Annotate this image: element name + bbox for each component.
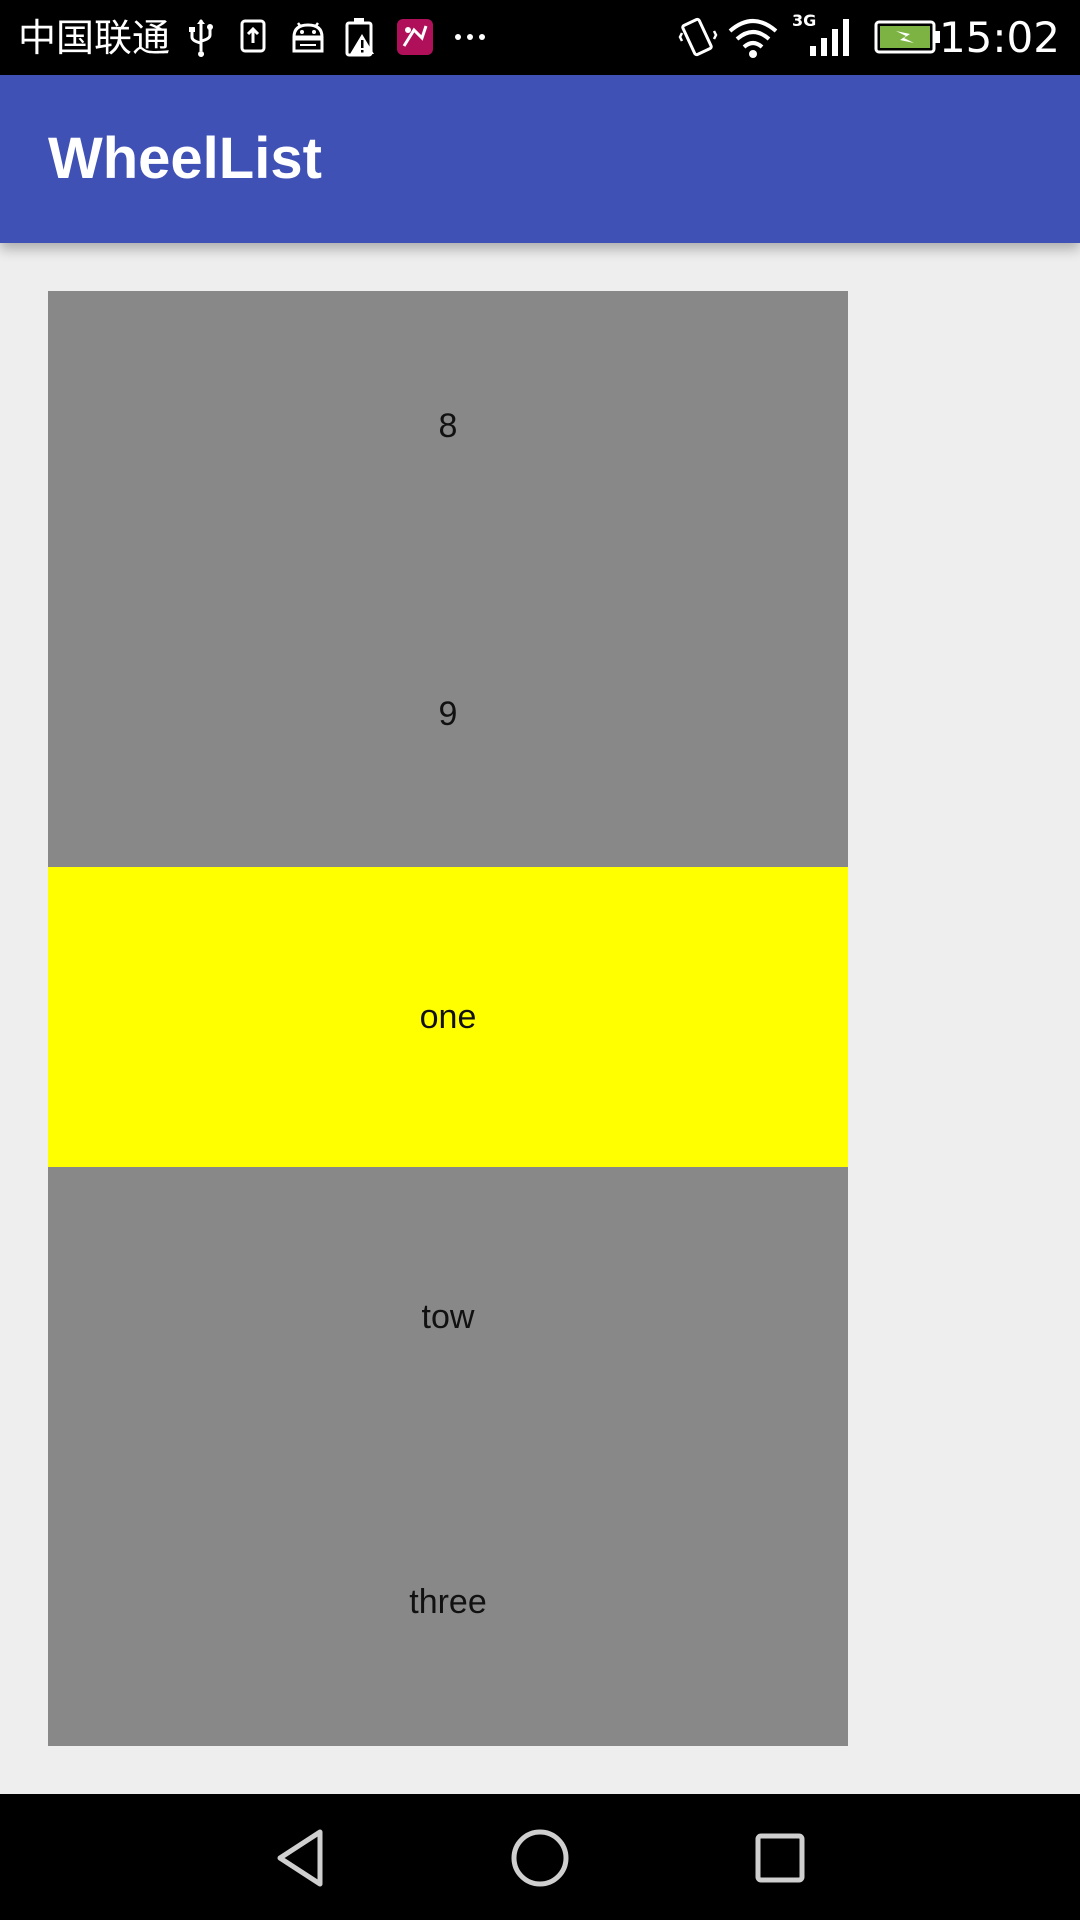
- battery-warning-icon: [342, 14, 378, 60]
- screen: 中国联通 3G 15:02 WheelList 8 9 one tow thre…: [0, 0, 1080, 1920]
- signal-icon: [808, 14, 854, 60]
- clock: 15:02: [938, 13, 1060, 62]
- wheel-item[interactable]: 8: [48, 291, 848, 561]
- app-bar: WheelList: [0, 75, 1080, 243]
- wheel-item-selected[interactable]: one: [48, 867, 848, 1167]
- recents-icon[interactable]: [744, 1822, 816, 1894]
- wifi-icon: [726, 14, 780, 60]
- wheel-list[interactable]: 8 9 one tow three: [48, 291, 848, 1746]
- wheel-item[interactable]: tow: [48, 1167, 848, 1467]
- vibrate-icon: [678, 14, 718, 60]
- back-icon[interactable]: [264, 1822, 336, 1894]
- usb-icon: [186, 14, 216, 60]
- status-bar: 中国联通 3G 15:02: [0, 0, 1080, 75]
- wheel-item-label: 9: [438, 694, 458, 733]
- wheel-item-label: tow: [421, 1297, 475, 1336]
- battery-charging-icon: [874, 14, 942, 60]
- wheel-item-label: one: [419, 997, 477, 1036]
- wheel-item-label: 8: [438, 406, 458, 445]
- navigation-bar: [0, 1794, 1080, 1920]
- upload-icon: [238, 14, 268, 60]
- app-title: WheelList: [48, 126, 322, 191]
- wheel-item[interactable]: 9: [48, 561, 848, 867]
- more-icon: [452, 14, 488, 60]
- wheel-item[interactable]: three: [48, 1467, 848, 1737]
- app-notification-icon: [396, 14, 434, 60]
- android-debug-icon: [288, 14, 328, 60]
- carrier-label: 中国联通: [18, 16, 171, 60]
- home-icon[interactable]: [504, 1822, 576, 1894]
- wheel-item-label: three: [409, 1582, 487, 1621]
